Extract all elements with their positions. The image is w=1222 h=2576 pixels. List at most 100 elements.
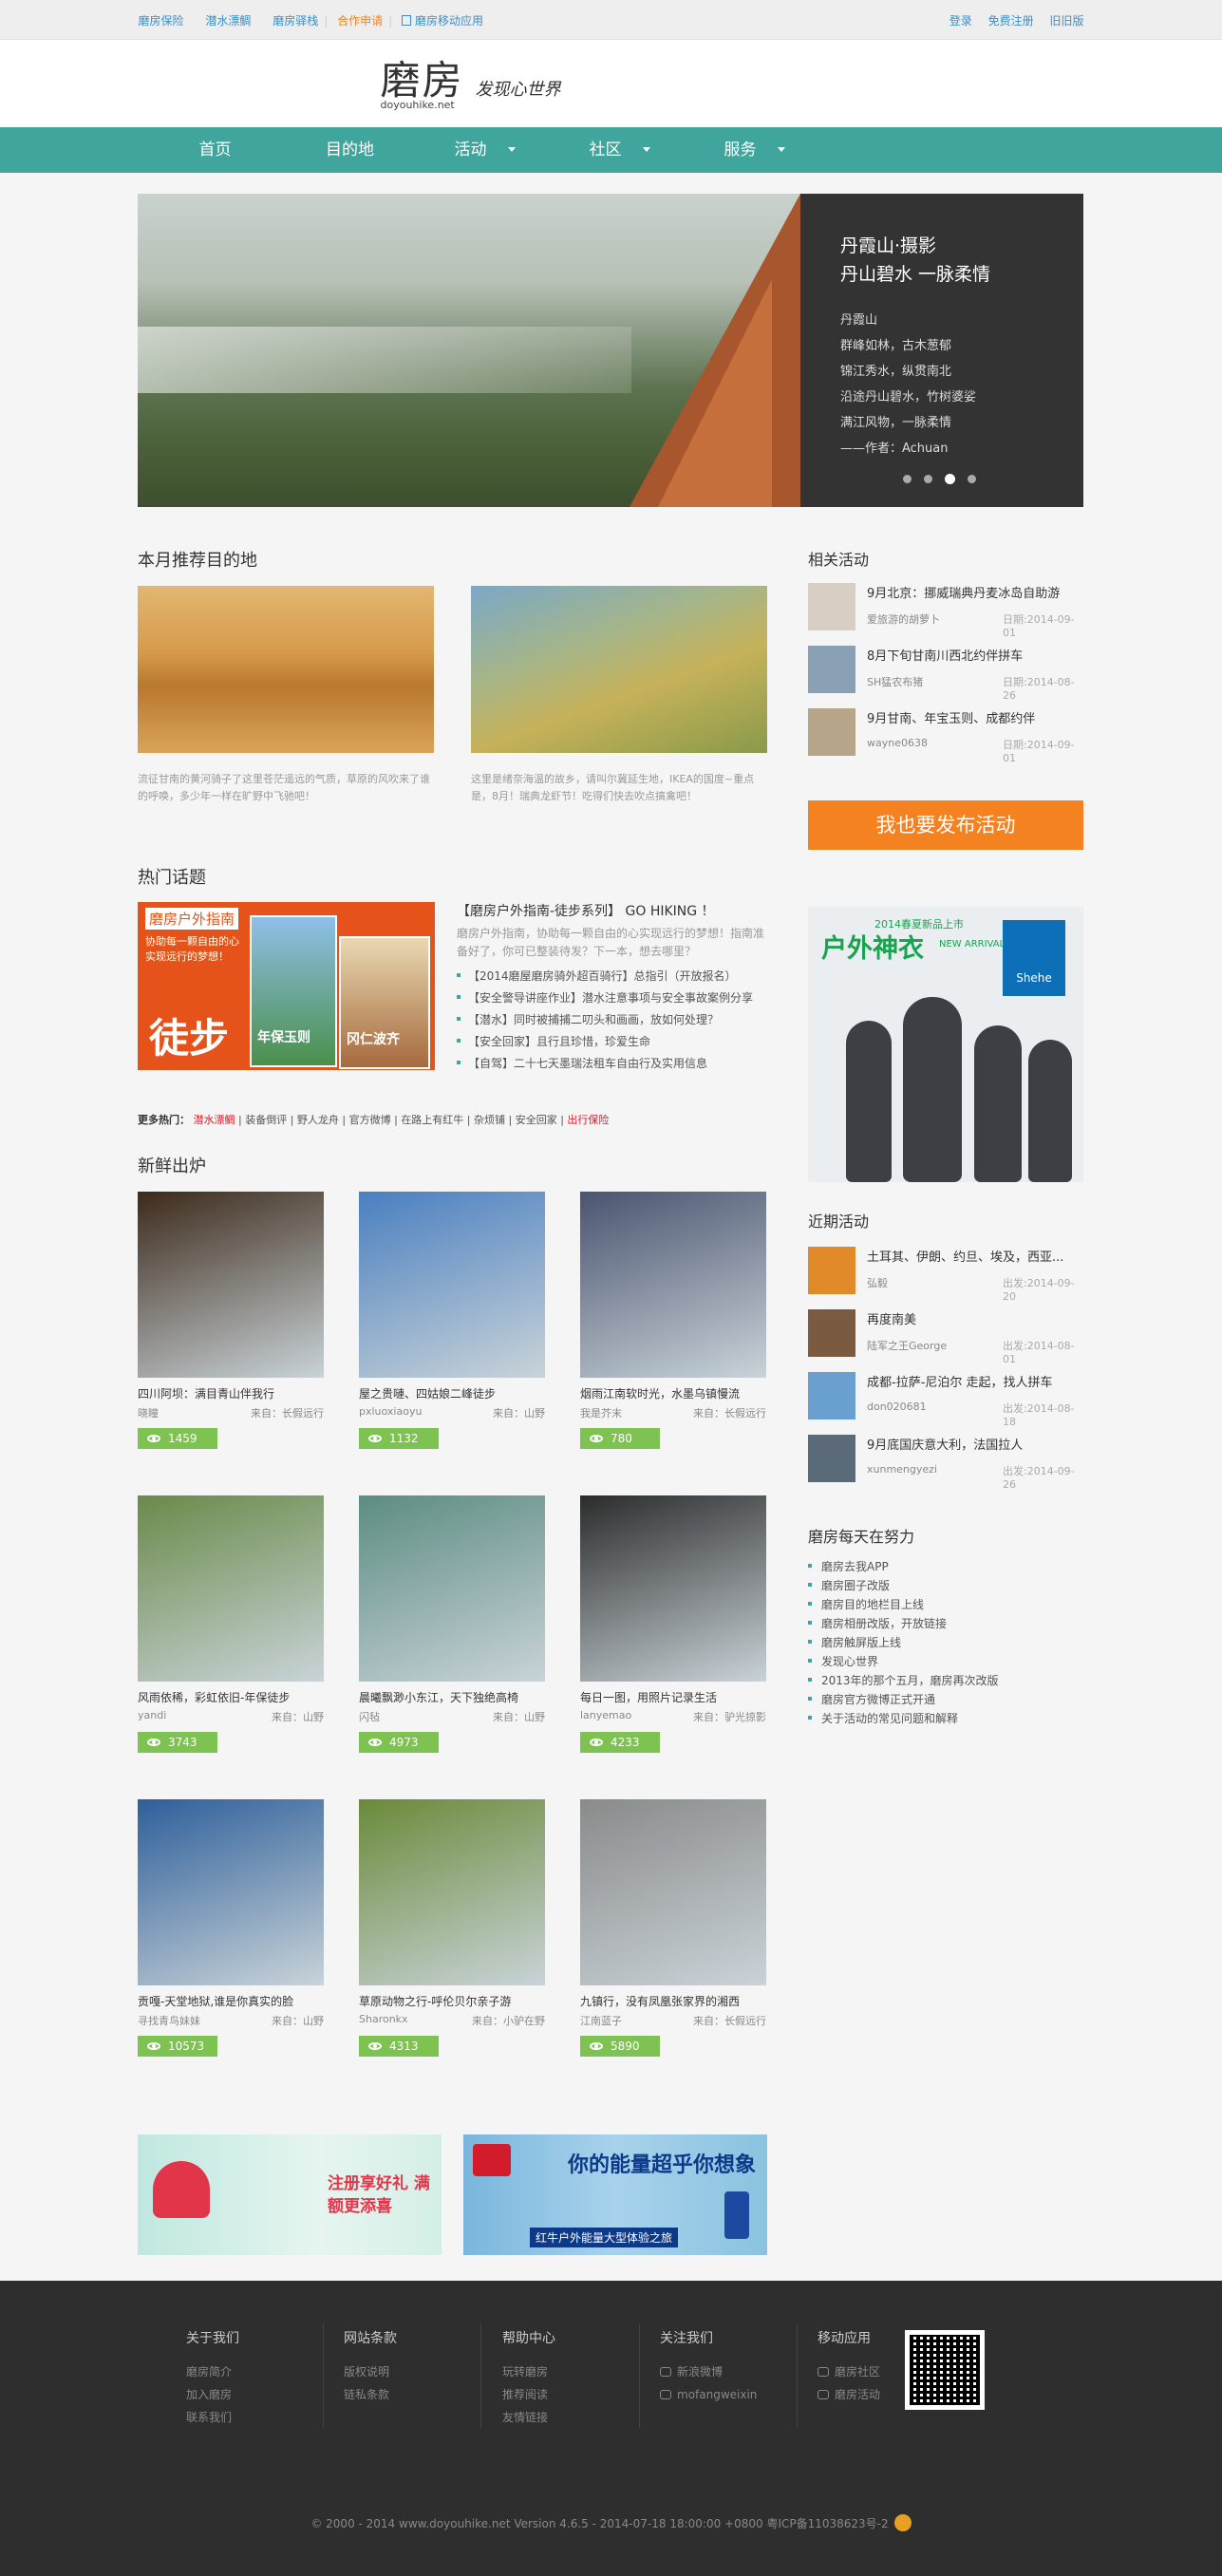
list-item[interactable]: 磨房相册改版，开放链接: [808, 1614, 999, 1633]
activity-user[interactable]: SH猛农布猪: [867, 674, 923, 689]
avatar[interactable]: [808, 708, 855, 756]
login-link[interactable]: 登录: [949, 14, 972, 28]
source-link[interactable]: 长假远行: [724, 1407, 766, 1420]
fresh-item-user[interactable]: 闪毡: [359, 1711, 380, 1723]
fresh-item-image[interactable]: [138, 1192, 324, 1378]
source-link[interactable]: 山野: [303, 1711, 324, 1723]
more-hot-link[interactable]: 潜水漂鲷: [194, 1114, 235, 1126]
nav-services[interactable]: 服务: [687, 127, 822, 173]
fresh-item[interactable]: 四川阿坝：满目青山伴我行 晓瞳 来自：长假远行 1459: [138, 1192, 324, 1449]
more-hot-link[interactable]: 在路上有红牛: [401, 1114, 463, 1126]
fresh-item-user[interactable]: 晓瞳: [138, 1407, 159, 1420]
list-item[interactable]: 磨房圈子改版: [808, 1576, 999, 1595]
avatar[interactable]: [808, 1309, 855, 1357]
promo-ad-left[interactable]: 注册享好礼 满额更添喜: [138, 2134, 442, 2255]
fresh-item[interactable]: 风雨依稀，彩虹依旧-年保徒步 yandi 来自：山野 3743: [138, 1495, 324, 1753]
fresh-item-title[interactable]: 屋之贵嗹、四姑娘二峰徒步: [359, 1385, 545, 1401]
activity-title[interactable]: 9月北京：挪威瑞典丹麦冰岛自助游: [867, 583, 1085, 601]
source-link[interactable]: 山野: [524, 1711, 545, 1723]
fresh-item[interactable]: 屋之贵嗹、四姑娘二峰徒步 pxluoxiaoyu 来自：山野 1132: [359, 1192, 545, 1449]
register-link[interactable]: 免费注册: [988, 14, 1034, 28]
fresh-item-image[interactable]: [580, 1495, 766, 1682]
list-item[interactable]: 【安全回家】且行且珍惜，珍爱生命: [457, 1031, 753, 1053]
site-logo[interactable]: 磨房 doyouhike.net: [381, 61, 464, 112]
banner-image[interactable]: [138, 194, 800, 507]
fresh-item[interactable]: 晨曦飘渺小东江，天下独绝高椅 闪毡 来自：山野 4973: [359, 1495, 545, 1753]
activity-title[interactable]: 成都-拉萨-尼泊尔 走起，找人拼车: [867, 1372, 1085, 1390]
footer-link[interactable]: 联系我们: [186, 2406, 239, 2429]
fresh-item-title[interactable]: 风雨依稀，彩虹依旧-年保徒步: [138, 1689, 324, 1705]
avatar[interactable]: [808, 1435, 855, 1482]
activity-user[interactable]: wayne0638: [867, 737, 928, 749]
footer-link[interactable]: 磨房简介: [186, 2360, 239, 2383]
activity-title[interactable]: 9月底国庆意大利，法国拉人: [867, 1435, 1085, 1453]
fresh-item-image[interactable]: [359, 1192, 545, 1378]
activity-title[interactable]: 8月下旬甘南川西北约伴拼车: [867, 646, 1085, 664]
more-hot-link[interactable]: 野人龙舟: [297, 1114, 339, 1126]
hot-topic-image[interactable]: 磨房户外指南 协助每一颗自由的心实现远行的梦想！ 徒步 年保玉则 冈仁波齐: [138, 902, 435, 1070]
list-item[interactable]: 【2014磨屋磨房骑外超百骑行】总指引（开放报名）: [457, 966, 753, 987]
fresh-item-user[interactable]: pxluoxiaoyu: [359, 1405, 422, 1418]
fresh-item-user[interactable]: 我是芥末: [580, 1407, 622, 1420]
fresh-item-image[interactable]: [359, 1799, 545, 1985]
nav-community[interactable]: 社区: [553, 127, 687, 173]
fresh-item-title[interactable]: 贡嘎-天堂地狱,谁是你真实的脸: [138, 1993, 324, 2009]
fresh-item-image[interactable]: [138, 1799, 324, 1985]
slide-dot-active[interactable]: [945, 474, 955, 484]
fresh-item[interactable]: 贡嘎-天堂地狱,谁是你真实的脸 寻找青鸟妹妹 来自：山野 10573: [138, 1799, 324, 2057]
fresh-item-user[interactable]: 江南蓝子: [580, 2015, 622, 2027]
more-hot-link[interactable]: 出行保险: [567, 1114, 609, 1126]
footer-link-weibo[interactable]: 新浪微博: [660, 2360, 757, 2383]
sidebar-ad[interactable]: 2014春夏新品上市 户外神衣 NEW ARRIVAL Shehe: [808, 907, 1083, 1182]
nav-home[interactable]: 首页: [148, 127, 283, 173]
top-link-cooperation[interactable]: 合作申请: [337, 14, 383, 28]
footer-link-weixin[interactable]: mofangweixin: [660, 2383, 757, 2406]
fresh-item[interactable]: 每日一图，用照片记录生活 lanyemao 来自：驴光掠影 4233: [580, 1495, 766, 1753]
top-link-inn[interactable]: 磨房驿栈: [273, 14, 318, 28]
publish-activity-button[interactable]: 我也要发布活动: [808, 800, 1083, 850]
top-link-mobile-app[interactable]: 磨房移动应用: [415, 14, 483, 28]
footer-link-app-community[interactable]: 磨房社区: [818, 2360, 880, 2383]
activity-title[interactable]: 再度南美: [867, 1309, 1085, 1327]
destination-image[interactable]: [471, 586, 767, 753]
avatar[interactable]: [808, 1247, 855, 1294]
police-badge-icon[interactable]: [893, 2514, 912, 2531]
list-item[interactable]: 磨房去我APP: [808, 1557, 999, 1576]
list-item[interactable]: 【自驾】二十七天墨瑞法租车自由行及实用信息: [457, 1053, 753, 1075]
avatar[interactable]: [808, 646, 855, 693]
list-item[interactable]: 磨房目的地栏目上线: [808, 1595, 999, 1614]
activity-user[interactable]: 弘毅: [867, 1275, 888, 1290]
slide-dot[interactable]: [924, 475, 932, 483]
more-hot-link[interactable]: 杂烦铺: [474, 1114, 505, 1126]
footer-link[interactable]: 版权说明: [344, 2360, 397, 2383]
destination-image[interactable]: [138, 586, 434, 753]
hero-banner[interactable]: 丹霞山·摄影 丹山碧水 一脉柔情 丹霞山 群峰如林，古木葱郁 锦江秀水，纵贯南北…: [138, 194, 1083, 507]
footer-link[interactable]: 推荐阅读: [502, 2383, 555, 2406]
source-link[interactable]: 山野: [524, 1407, 545, 1420]
fresh-item-title[interactable]: 每日一图，用照片记录生活: [580, 1689, 766, 1705]
fresh-item[interactable]: 草原动物之行-呼伦贝尔亲子游 Sharonkx 来自：小驴在野 4313: [359, 1799, 545, 2057]
list-item[interactable]: 【潜水】同时被捕捕二叨头和画画，放如何处理？: [457, 1009, 753, 1031]
activity-user[interactable]: xunmengyezi: [867, 1463, 937, 1476]
footer-link[interactable]: 链私条款: [344, 2383, 397, 2406]
activity-title[interactable]: 9月甘南、年宝玉则、成都约伴: [867, 708, 1085, 726]
hot-headline[interactable]: 【磨房户外指南-徒步系列】 GO HIKING ！: [457, 901, 715, 920]
footer-link[interactable]: 友情链接: [502, 2406, 555, 2429]
list-item[interactable]: 发现心世界: [808, 1652, 999, 1671]
fresh-item[interactable]: 九镇行，没有凤凰张家界的湘西 江南蓝子 来自：长假远行 5890: [580, 1799, 766, 2057]
nav-activities[interactable]: 活动: [418, 127, 553, 173]
more-hot-link[interactable]: 安全回家: [516, 1114, 557, 1126]
slide-dot[interactable]: [903, 475, 912, 483]
list-item[interactable]: 2013年的那个五月，磨房再次改版: [808, 1671, 999, 1690]
old-version-link[interactable]: 旧旧版: [1049, 14, 1083, 28]
fresh-item-user[interactable]: lanyemao: [580, 1709, 631, 1721]
top-link-insurance[interactable]: 磨房保险: [139, 14, 184, 28]
fresh-item-user[interactable]: Sharonkx: [359, 2013, 408, 2025]
fresh-item-image[interactable]: [580, 1192, 766, 1378]
fresh-item[interactable]: 烟雨江南软时光，水墨乌镇慢流 我是芥末 来自：长假远行 780: [580, 1192, 766, 1449]
source-link[interactable]: 长假远行: [282, 1407, 324, 1420]
list-item[interactable]: 磨房官方微博正式开通: [808, 1690, 999, 1709]
activity-user[interactable]: 爱旅游的胡萝卜: [867, 611, 940, 627]
source-link[interactable]: 驴光掠影: [724, 1711, 766, 1723]
footer-link-app-activity[interactable]: 磨房活动: [818, 2383, 880, 2406]
